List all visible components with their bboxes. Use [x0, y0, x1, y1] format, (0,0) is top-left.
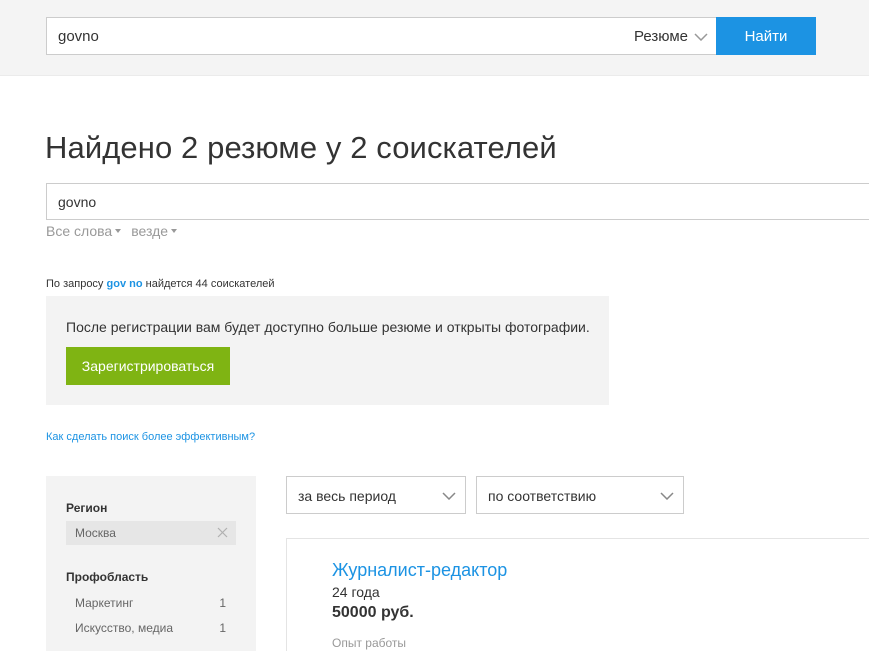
- profarea-item-count: 1: [219, 596, 226, 610]
- resume-experience-label: Опыт работы: [332, 636, 407, 650]
- resume-age: 24 года: [332, 584, 380, 600]
- area-filter-dropdown[interactable]: везде: [131, 223, 178, 239]
- profarea-item-marketing[interactable]: Маркетинг 1: [75, 596, 226, 610]
- search-help-link[interactable]: Как сделать поиск более эффективным?: [46, 431, 255, 443]
- query-input-value[interactable]: govno: [58, 194, 96, 210]
- search-hint: По запросу gov no найдется 44 соискателе…: [46, 278, 275, 290]
- caret-down-icon: [171, 229, 178, 233]
- profarea-item-art-media[interactable]: Искусство, медиа 1: [75, 621, 226, 635]
- hint-suffix: найдется 44 соискателей: [145, 278, 275, 290]
- page-title: Найдено 2 резюме у 2 соискателей: [45, 130, 557, 165]
- profarea-item-label: Маркетинг: [75, 596, 134, 610]
- caret-down-icon: [115, 229, 122, 233]
- top-search-value[interactable]: govno: [58, 28, 99, 45]
- top-search-input[interactable]: govno Резюме: [46, 17, 717, 55]
- registration-text: После регистрации вам будет доступно бол…: [66, 319, 590, 335]
- resume-salary: 50000 руб.: [332, 604, 414, 621]
- profarea-item-label: Искусство, медиа: [75, 621, 173, 635]
- close-icon[interactable]: [217, 527, 228, 538]
- find-button[interactable]: Найти: [716, 17, 816, 55]
- search-type-select[interactable]: Резюме: [634, 28, 708, 45]
- register-button[interactable]: Зарегистрироваться: [66, 347, 230, 385]
- period-select-value: за весь период: [298, 488, 396, 504]
- chevron-down-icon: [660, 492, 674, 500]
- profarea-item-count: 1: [219, 621, 226, 635]
- area-filter-label: везде: [131, 223, 169, 239]
- filters-sidebar: Регион Москва Профобласть Маркетинг 1 Ис…: [46, 476, 256, 651]
- search-type-label: Резюме: [634, 28, 688, 45]
- words-filter-dropdown[interactable]: Все слова: [46, 223, 122, 239]
- resume-card: Журналист-редактор 24 года 50000 руб. Оп…: [286, 538, 869, 651]
- profarea-heading: Профобласть: [66, 570, 149, 584]
- region-heading: Регион: [66, 501, 108, 515]
- query-input[interactable]: govno: [46, 183, 869, 220]
- registration-banner: После регистрации вам будет доступно бол…: [46, 296, 609, 405]
- words-filter-label: Все слова: [46, 223, 113, 239]
- region-chip: Москва: [66, 521, 236, 545]
- top-search-bar: govno Резюме Найти: [0, 0, 869, 76]
- resume-title-link[interactable]: Журналист-редактор: [332, 560, 507, 581]
- order-select[interactable]: по соответствию: [476, 476, 684, 514]
- order-select-value: по соответствию: [488, 488, 597, 504]
- hint-query-link[interactable]: gov no: [107, 278, 143, 290]
- region-chip-label: Москва: [75, 526, 116, 540]
- chevron-down-icon: [694, 32, 708, 41]
- query-filters: Все слова везде: [46, 223, 187, 239]
- period-select[interactable]: за весь период: [286, 476, 466, 514]
- chevron-down-icon: [442, 492, 456, 500]
- hint-prefix: По запросу: [46, 278, 104, 290]
